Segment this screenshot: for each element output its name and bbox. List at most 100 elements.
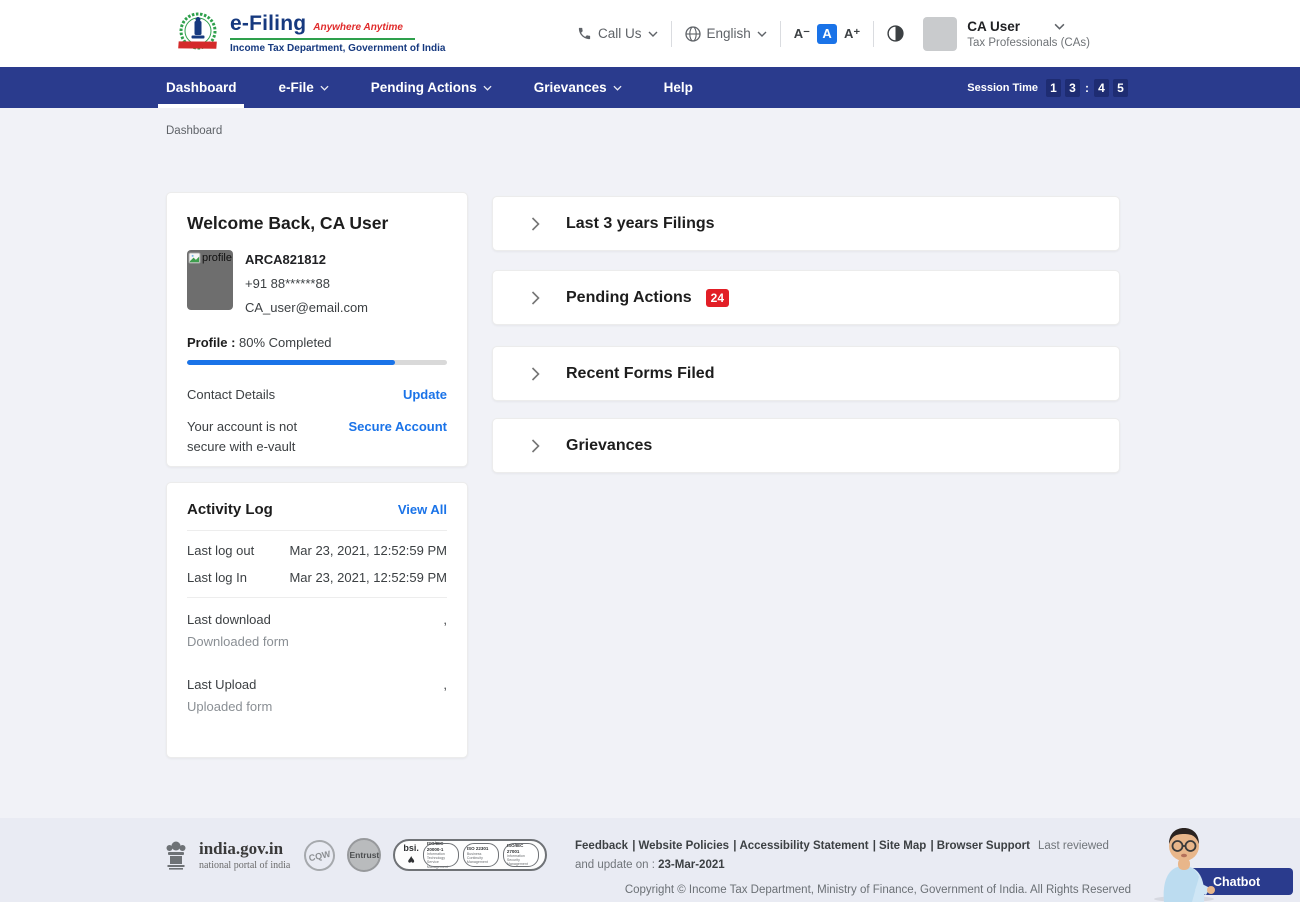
iso-22301-badge: ISO 22301 Business Continuity Management [462, 843, 499, 867]
portal-subtitle: national portal of india [199, 860, 291, 871]
footer-links: FeedbackWebsite PoliciesAccessibility St… [575, 837, 1131, 900]
profile-progress-fill [187, 360, 395, 365]
activity-row-login: Last log In Mar 23, 2021, 12:52:59 PM [187, 570, 447, 585]
breadcrumb[interactable]: Dashboard [166, 125, 222, 137]
evault-warning-text: Your account is not secure with e-vault [187, 417, 297, 457]
font-increase-button[interactable]: A⁺ [844, 26, 860, 42]
chevron-down-icon [648, 31, 657, 37]
phone-icon [578, 27, 591, 40]
last-reviewed-date: 23-Mar-2021 [658, 858, 725, 871]
view-all-link[interactable]: View All [398, 502, 447, 517]
nav-item-efile[interactable]: e-File [258, 67, 350, 108]
accordion-pending-actions[interactable]: Pending Actions 24 [492, 270, 1120, 325]
profile-image-alt-text: profile [202, 252, 232, 264]
nav-item-dashboard[interactable]: Dashboard [158, 67, 258, 108]
profile-progress-bar [187, 360, 447, 365]
accordion-title: Grievances [566, 436, 653, 454]
activity-sublabel: Uploaded form [187, 699, 273, 714]
nav-label: Grievances [533, 80, 607, 95]
copyright-text: Copyright © Income Tax Department, Minis… [624, 883, 1131, 896]
activity-value: Mar 23, 2021, 12:52:59 PM [289, 570, 447, 585]
chevron-right-icon [531, 366, 540, 381]
chevron-down-icon [613, 85, 622, 91]
nav-item-help[interactable]: Help [643, 67, 714, 108]
logo-divider [230, 38, 415, 40]
accordion-title: Last 3 years Filings [566, 214, 715, 232]
profile-completion-status: 80% Completed [239, 335, 332, 350]
nav-label: e-File [278, 80, 314, 95]
user-phone: +91 88******88 [245, 276, 330, 291]
chatbot-assistant-icon[interactable] [1148, 820, 1220, 902]
activity-value: , [443, 612, 447, 627]
logo-subtitle: Income Tax Department, Government of Ind… [230, 43, 446, 54]
website-policies-link[interactable]: Website Policies [638, 840, 739, 852]
user-id: ARCA821812 [245, 252, 326, 267]
activity-value: Mar 23, 2021, 12:52:59 PM [289, 543, 447, 558]
chevron-right-icon [531, 438, 540, 453]
session-digit: 3 [1065, 78, 1080, 97]
activity-label: Last log In [187, 570, 247, 585]
accordion-last-3-years-filings[interactable]: Last 3 years Filings [492, 196, 1120, 251]
portal-title: india.gov.in [199, 839, 284, 858]
entrust-certification-badge: Entrust [347, 838, 382, 872]
activity-label: Last log out [187, 543, 255, 558]
browser-support-link[interactable]: Browser Support [937, 840, 1030, 852]
feedback-link[interactable]: Feedback [575, 840, 638, 852]
font-default-button[interactable]: A [817, 23, 838, 44]
nav-label: Help [663, 80, 693, 95]
evault-line1: Your account is not [187, 419, 298, 434]
user-menu[interactable]: CA User Tax Professionals (CAs) [923, 16, 1090, 51]
chevron-right-icon [531, 290, 540, 305]
session-digit: 1 [1046, 78, 1061, 97]
logo-title: e-Filing [230, 12, 307, 35]
activity-row-upload: Last Upload , Uploaded form [187, 677, 447, 714]
font-decrease-button[interactable]: A⁻ [794, 26, 810, 42]
welcome-card: Welcome Back, CA User profile ARCA821812… [166, 192, 468, 467]
accordion-recent-forms-filed[interactable]: Recent Forms Filed [492, 346, 1120, 401]
nav-label: Pending Actions [370, 80, 477, 95]
national-emblem-icon [166, 841, 186, 870]
nav-label: Dashboard [166, 80, 237, 95]
session-digit: 4 [1094, 78, 1109, 97]
activity-row-download: Last download , Downloaded form [187, 612, 447, 649]
footer: india.gov.in national portal of india CQ… [0, 818, 1300, 902]
activity-label: Last download [187, 612, 271, 627]
nav-item-pending-actions[interactable]: Pending Actions [350, 67, 513, 108]
efiling-logo[interactable]: e-Filing Anywhere Anytime Income Tax Dep… [175, 10, 445, 56]
iso-27001-badge: ISO/IEC 27001 Information Security Manag… [502, 843, 539, 867]
chevron-down-icon [320, 85, 329, 91]
header-controls: Call Us English A⁻ A A⁺ CA User Tax Prof… [577, 0, 1090, 67]
india-gov-link[interactable]: india.gov.in national portal of india [199, 839, 290, 871]
accordion-title: Recent Forms Filed [566, 364, 715, 382]
session-time-label: Session Time [967, 81, 1038, 94]
language-menu[interactable]: English [684, 25, 767, 42]
pending-actions-count-badge: 24 [705, 288, 729, 307]
accessibility-statement-link[interactable]: Accessibility Statement [739, 840, 879, 852]
accordion-title: Pending Actions [566, 288, 692, 306]
nav-item-grievances[interactable]: Grievances [513, 67, 643, 108]
session-digit: 5 [1113, 78, 1128, 97]
divider [187, 530, 447, 531]
divider [187, 597, 447, 598]
activity-row-logout: Last log out Mar 23, 2021, 12:52:59 PM [187, 543, 447, 558]
call-us-label: Call Us [597, 26, 642, 41]
site-map-link[interactable]: Site Map [879, 840, 937, 852]
language-label: English [706, 26, 751, 41]
welcome-title: Welcome Back, CA User [187, 213, 389, 233]
income-tax-emblem-icon [178, 12, 217, 50]
contrast-toggle[interactable] [887, 25, 904, 42]
divider [670, 20, 672, 47]
update-link[interactable]: Update [403, 387, 447, 402]
activity-sublabel: Downloaded form [187, 634, 289, 649]
accordion-grievances[interactable]: Grievances [492, 418, 1120, 473]
logo-tagline: Anywhere Anytime [313, 22, 403, 33]
call-us-menu[interactable]: Call Us [577, 26, 658, 41]
chevron-right-icon [531, 216, 540, 231]
user-role: Tax Professionals (CAs) [967, 36, 1090, 49]
activity-log-card: Activity Log View All Last log out Mar 2… [166, 482, 468, 758]
divider [873, 20, 875, 47]
secure-account-link[interactable]: Secure Account [349, 417, 448, 437]
contrast-icon [887, 25, 904, 42]
activity-value: , [443, 677, 447, 692]
profile-image-broken: profile [187, 250, 233, 310]
